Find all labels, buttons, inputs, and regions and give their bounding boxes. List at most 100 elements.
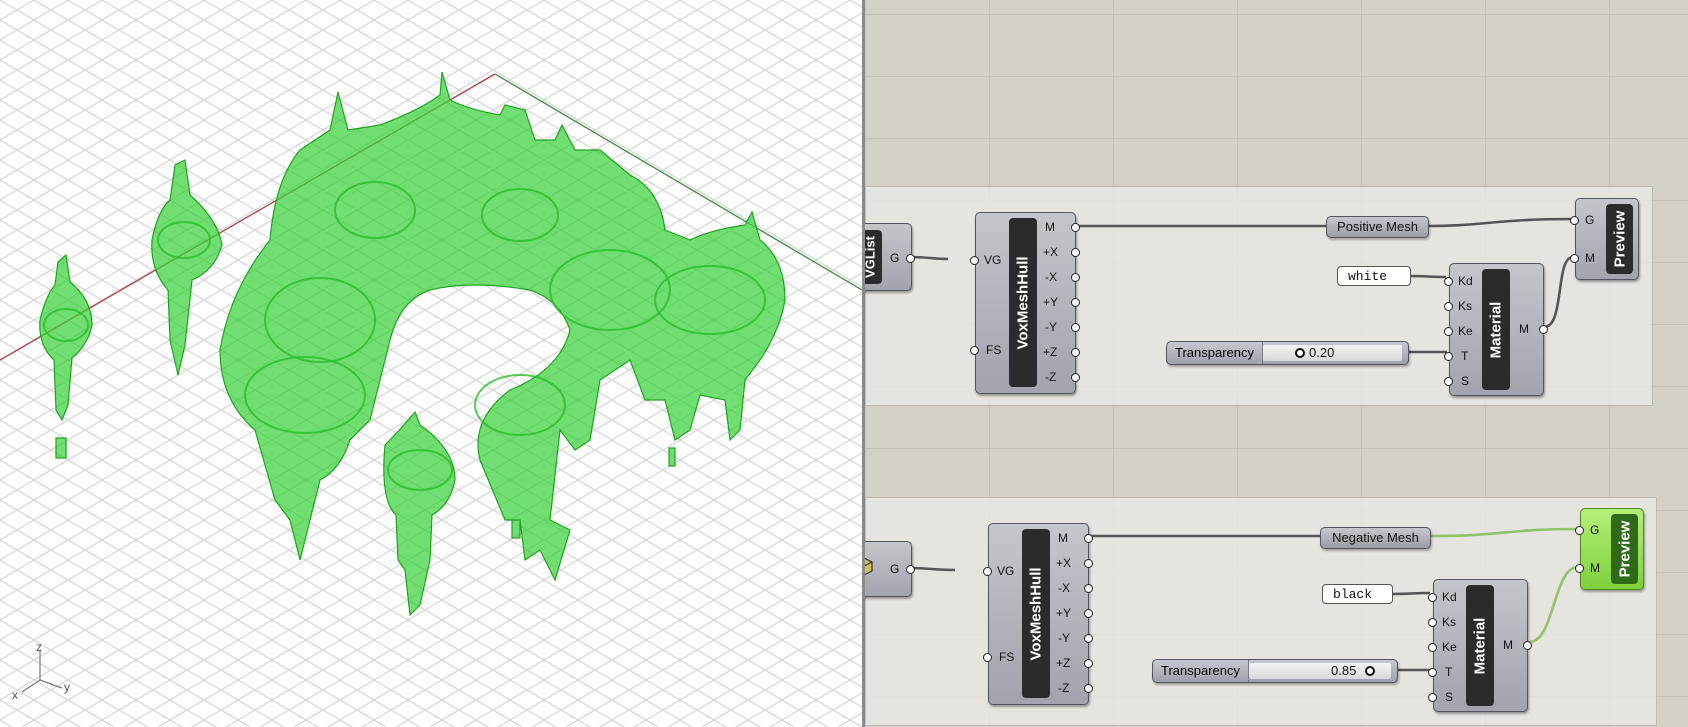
- slider2-knob[interactable]: [1365, 666, 1375, 676]
- transparency-slider-2[interactable]: Transparency 0.85: [1152, 659, 1398, 683]
- hull1-grip-ny[interactable]: [1071, 323, 1080, 332]
- source-component-2[interactable]: G: [865, 541, 915, 597]
- wire-material1-to-preview-m: [1543, 255, 1574, 329]
- preview1-input-m: M: [1585, 251, 1595, 265]
- source2-output-label: G: [890, 562, 900, 576]
- hull1-input-fs-grip[interactable]: [970, 346, 979, 355]
- hull1-grip-py[interactable]: [1071, 298, 1080, 307]
- mat2-grip-s[interactable]: [1428, 693, 1437, 702]
- hull2-grip-nz[interactable]: [1084, 684, 1093, 693]
- rhino-viewport[interactable]: z y x: [0, 0, 862, 727]
- mat1-grip-t[interactable]: [1444, 352, 1453, 361]
- mat2-input-s: S: [1445, 690, 1454, 704]
- mat1-grip-ke[interactable]: [1444, 327, 1453, 336]
- hull1-input-vg-label: VG: [984, 253, 1002, 267]
- hull2-grip-px[interactable]: [1084, 559, 1093, 568]
- preview-component-1[interactable]: G M Preview: [1570, 198, 1639, 280]
- hull2-input-vg-label: VG: [997, 564, 1015, 578]
- preview2-title-bar: Preview: [1611, 514, 1638, 584]
- hull1-grip-nz[interactable]: [1071, 373, 1080, 382]
- preview1-grip-g[interactable]: [1570, 216, 1579, 225]
- hull2-output-nx: -X: [1058, 581, 1070, 595]
- hull2-output-ny: -Y: [1058, 631, 1070, 645]
- mat1-grip-m[interactable]: [1539, 325, 1548, 334]
- mat1-grip-s[interactable]: [1444, 377, 1453, 386]
- mat2-input-kd: Kd: [1442, 590, 1457, 604]
- hull2-grip-ny[interactable]: [1084, 634, 1093, 643]
- hull1-output-px: +X: [1043, 245, 1059, 259]
- mat1-grip-kd[interactable]: [1444, 277, 1453, 286]
- material-component-1[interactable]: Kd Ks Ke T S Material M: [1444, 263, 1548, 396]
- slider1-label: Transparency: [1167, 342, 1263, 364]
- hull2-input-vg-grip[interactable]: [983, 567, 992, 576]
- z-axis-label: z: [36, 640, 42, 654]
- hull1-input-vg-grip[interactable]: [970, 256, 979, 265]
- mat1-input-s: S: [1461, 374, 1470, 388]
- hull2-output-px: +X: [1056, 556, 1072, 570]
- preview1-grip-m[interactable]: [1570, 254, 1579, 263]
- hull1-grip-pz[interactable]: [1071, 348, 1080, 357]
- slider1-track[interactable]: 0.20: [1263, 345, 1402, 361]
- mat1-grip-ks[interactable]: [1444, 302, 1453, 311]
- slider1-knob[interactable]: [1295, 348, 1305, 358]
- hull2-output-nz: -Z: [1058, 681, 1070, 695]
- hull1-grip-nx[interactable]: [1071, 273, 1080, 282]
- mat2-grip-kd[interactable]: [1428, 593, 1437, 602]
- mat1-input-ke: Ke: [1458, 324, 1473, 338]
- hull1-title: VoxMeshHull: [1014, 255, 1032, 350]
- mat1-title: Material: [1487, 301, 1505, 358]
- hull1-output-nz: -Z: [1045, 370, 1057, 384]
- transparency-slider-1[interactable]: Transparency 0.20: [1166, 341, 1409, 365]
- wire-positive-mesh-to-preview: [1426, 217, 1574, 228]
- vglist-title-bar: VGList: [865, 230, 882, 284]
- preview1-title: Preview: [1611, 210, 1628, 268]
- preview2-input-g: G: [1590, 523, 1600, 537]
- mat1-title-bar: Material: [1482, 269, 1510, 390]
- hull2-grip-m[interactable]: [1084, 534, 1093, 543]
- voxmeshhull-component-1[interactable]: VG FS VoxMeshHull M +X -X +Y -Y +Z -Z: [970, 212, 1080, 394]
- preview2-title: Preview: [1616, 520, 1633, 578]
- material-component-2[interactable]: Kd Ks Ke T S Material M: [1428, 579, 1532, 712]
- hull2-grip-nx[interactable]: [1084, 584, 1093, 593]
- hull2-input-fs-grip[interactable]: [983, 653, 992, 662]
- mat2-grip-t[interactable]: [1428, 668, 1437, 677]
- wire-black-to-kd: [1392, 591, 1431, 596]
- preview2-input-m: M: [1590, 561, 1600, 575]
- hull2-output-pz: +Z: [1056, 656, 1071, 670]
- mat2-grip-ke[interactable]: [1428, 643, 1437, 652]
- mat2-grip-ks[interactable]: [1428, 618, 1437, 627]
- hull1-grip-m[interactable]: [1071, 223, 1080, 232]
- mat2-input-ks: Ks: [1442, 615, 1457, 629]
- preview-component-2[interactable]: G M Preview: [1575, 508, 1644, 590]
- preview2-grip-m[interactable]: [1575, 564, 1584, 573]
- grasshopper-canvas[interactable]: VGList G VG FS VoxMeshHull M +X -X +Y -Y…: [865, 0, 1688, 727]
- hull1-output-ny: -Y: [1045, 320, 1057, 334]
- preview2-grip-g[interactable]: [1575, 526, 1584, 535]
- hull1-grip-px[interactable]: [1071, 248, 1080, 257]
- slider2-track[interactable]: 0.85: [1249, 663, 1391, 679]
- mat2-input-t: T: [1445, 665, 1453, 679]
- mat1-output-m: M: [1519, 322, 1529, 336]
- hull2-grip-py[interactable]: [1084, 609, 1093, 618]
- preview1-input-g: G: [1585, 213, 1595, 227]
- wire-vglist-to-hull-1: [911, 255, 949, 261]
- negative-mesh-relay[interactable]: Negative Mesh: [1320, 527, 1431, 549]
- vglist-component[interactable]: VGList G: [865, 223, 915, 291]
- wire-source2-to-hull-2: [911, 566, 956, 572]
- source2-output-grip[interactable]: [906, 565, 915, 574]
- mat2-grip-m[interactable]: [1523, 641, 1532, 650]
- hull1-output-nx: -X: [1045, 270, 1057, 284]
- slider2-value: 0.85: [1331, 663, 1357, 678]
- mat1-input-kd: Kd: [1458, 274, 1473, 288]
- slider1-value: 0.20: [1309, 345, 1335, 360]
- wire-white-to-kd: [1410, 274, 1447, 279]
- hull1-output-m: M: [1045, 220, 1055, 234]
- viewport-scene: [0, 0, 862, 727]
- vglist-output-grip[interactable]: [906, 254, 915, 263]
- positive-mesh-relay[interactable]: Positive Mesh: [1326, 216, 1429, 238]
- voxmeshhull-component-2[interactable]: VG FS VoxMeshHull M +X -X +Y -Y +Z -Z: [983, 523, 1093, 705]
- black-color-panel[interactable]: black: [1322, 584, 1393, 604]
- white-color-panel[interactable]: white: [1337, 266, 1411, 286]
- hull2-grip-pz[interactable]: [1084, 659, 1093, 668]
- hull2-title: VoxMeshHull: [1027, 566, 1045, 661]
